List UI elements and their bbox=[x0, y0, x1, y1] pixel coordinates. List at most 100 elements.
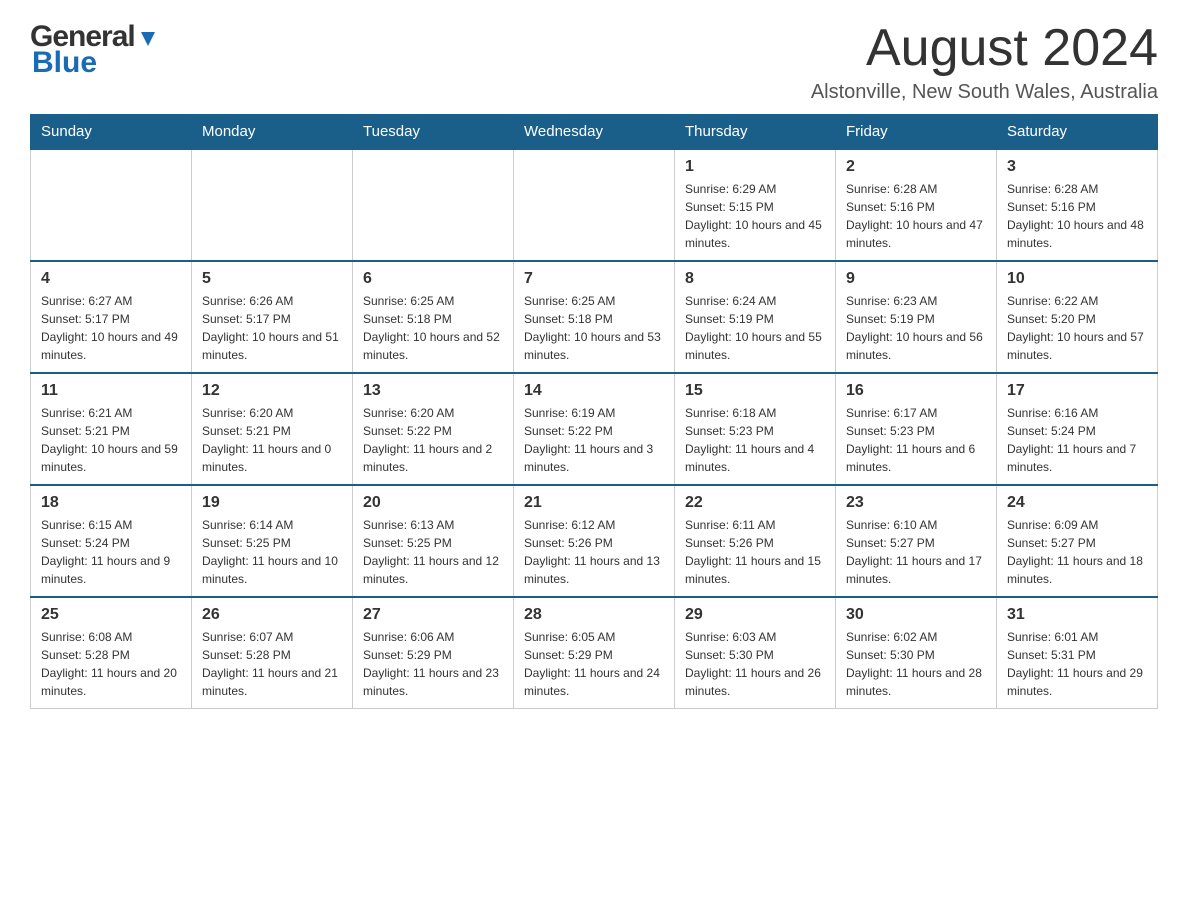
day-info: Sunrise: 6:16 AM Sunset: 5:24 PM Dayligh… bbox=[1007, 404, 1147, 476]
calendar-cell: 30 Sunrise: 6:02 AM Sunset: 5:30 PM Dayli… bbox=[836, 597, 997, 709]
day-info: Sunrise: 6:10 AM Sunset: 5:27 PM Dayligh… bbox=[846, 516, 986, 588]
calendar-header-row: SundayMondayTuesdayWednesdayThursdayFrid… bbox=[31, 115, 1158, 150]
day-info: Sunrise: 6:02 AM Sunset: 5:30 PM Dayligh… bbox=[846, 628, 986, 700]
day-number: 7 bbox=[524, 270, 664, 288]
calendar-cell: 8Sunrise: 6:24 AM Sunset: 5:19 PM Daylig… bbox=[675, 261, 836, 373]
calendar-header-tuesday: Tuesday bbox=[353, 115, 514, 150]
calendar-cell bbox=[192, 149, 353, 261]
day-info: Sunrise: 6:24 AM Sunset: 5:19 PM Dayligh… bbox=[685, 292, 825, 364]
day-number: 5 bbox=[202, 270, 342, 288]
calendar-cell bbox=[31, 149, 192, 261]
calendar-cell: 6Sunrise: 6:25 AM Sunset: 5:18 PM Daylig… bbox=[353, 261, 514, 373]
day-number: 27 bbox=[363, 606, 503, 624]
day-number: 16 bbox=[846, 382, 986, 400]
week-row-2: 4 Sunrise: 6:27 AM Sunset: 5:17 PM Daylig… bbox=[31, 261, 1158, 373]
day-info: Sunrise: 6:22 AM Sunset: 5:20 PM Dayligh… bbox=[1007, 292, 1147, 364]
day-info: Sunrise: 6:27 AM Sunset: 5:17 PM Dayligh… bbox=[41, 292, 181, 364]
day-info: Sunrise: 6:18 AM Sunset: 5:23 PM Dayligh… bbox=[685, 404, 825, 476]
day-info: Sunrise: 6:20 AM Sunset: 5:21 PM Dayligh… bbox=[202, 404, 342, 476]
logo-arrow-icon bbox=[137, 28, 159, 50]
day-info: Sunrise: 6:05 AM Sunset: 5:29 PM Dayligh… bbox=[524, 628, 664, 700]
calendar-cell: 20 Sunrise: 6:13 AM Sunset: 5:25 PM Dayli… bbox=[353, 485, 514, 597]
day-number: 31 bbox=[1007, 606, 1147, 624]
week-row-4: 18 Sunrise: 6:15 AM Sunset: 5:24 PM Dayli… bbox=[31, 485, 1158, 597]
day-number: 13 bbox=[363, 382, 503, 400]
day-info: Sunrise: 6:19 AM Sunset: 5:22 PM Dayligh… bbox=[524, 404, 664, 476]
day-number: 28 bbox=[524, 606, 664, 624]
calendar-cell: 31Sunrise: 6:01 AM Sunset: 5:31 PM Dayli… bbox=[997, 597, 1158, 709]
day-info: Sunrise: 6:23 AM Sunset: 5:19 PM Dayligh… bbox=[846, 292, 986, 364]
day-info: Sunrise: 6:06 AM Sunset: 5:29 PM Dayligh… bbox=[363, 628, 503, 700]
calendar-cell: 9 Sunrise: 6:23 AM Sunset: 5:19 PM Daylig… bbox=[836, 261, 997, 373]
day-info: Sunrise: 6:29 AM Sunset: 5:15 PM Dayligh… bbox=[685, 180, 825, 252]
day-info: Sunrise: 6:07 AM Sunset: 5:28 PM Dayligh… bbox=[202, 628, 342, 700]
day-info: Sunrise: 6:09 AM Sunset: 5:27 PM Dayligh… bbox=[1007, 516, 1147, 588]
calendar-cell: 14Sunrise: 6:19 AM Sunset: 5:22 PM Dayli… bbox=[514, 373, 675, 485]
day-number: 6 bbox=[363, 270, 503, 288]
calendar-cell: 18 Sunrise: 6:15 AM Sunset: 5:24 PM Dayli… bbox=[31, 485, 192, 597]
calendar-cell: 29 Sunrise: 6:03 AM Sunset: 5:30 PM Dayli… bbox=[675, 597, 836, 709]
calendar-header-saturday: Saturday bbox=[997, 115, 1158, 150]
day-number: 11 bbox=[41, 382, 181, 400]
calendar-cell: 16 Sunrise: 6:17 AM Sunset: 5:23 PM Dayli… bbox=[836, 373, 997, 485]
day-number: 1 bbox=[685, 158, 825, 176]
calendar-cell: 11Sunrise: 6:21 AM Sunset: 5:21 PM Dayli… bbox=[31, 373, 192, 485]
calendar-cell: 7 Sunrise: 6:25 AM Sunset: 5:18 PM Daylig… bbox=[514, 261, 675, 373]
day-number: 12 bbox=[202, 382, 342, 400]
calendar-header-wednesday: Wednesday bbox=[514, 115, 675, 150]
calendar-cell: 19Sunrise: 6:14 AM Sunset: 5:25 PM Dayli… bbox=[192, 485, 353, 597]
calendar-cell bbox=[353, 149, 514, 261]
day-info: Sunrise: 6:11 AM Sunset: 5:26 PM Dayligh… bbox=[685, 516, 825, 588]
calendar-header-friday: Friday bbox=[836, 115, 997, 150]
calendar-header-sunday: Sunday bbox=[31, 115, 192, 150]
day-number: 22 bbox=[685, 494, 825, 512]
week-row-5: 25Sunrise: 6:08 AM Sunset: 5:28 PM Dayli… bbox=[31, 597, 1158, 709]
day-number: 23 bbox=[846, 494, 986, 512]
day-number: 24 bbox=[1007, 494, 1147, 512]
week-row-1: 1 Sunrise: 6:29 AM Sunset: 5:15 PM Daylig… bbox=[31, 149, 1158, 261]
location-title: Alstonville, New South Wales, Australia bbox=[811, 81, 1158, 104]
day-number: 3 bbox=[1007, 158, 1147, 176]
calendar-cell: 27 Sunrise: 6:06 AM Sunset: 5:29 PM Dayli… bbox=[353, 597, 514, 709]
calendar-cell: 15Sunrise: 6:18 AM Sunset: 5:23 PM Dayli… bbox=[675, 373, 836, 485]
day-number: 4 bbox=[41, 270, 181, 288]
day-info: Sunrise: 6:13 AM Sunset: 5:25 PM Dayligh… bbox=[363, 516, 503, 588]
day-info: Sunrise: 6:03 AM Sunset: 5:30 PM Dayligh… bbox=[685, 628, 825, 700]
calendar-header-monday: Monday bbox=[192, 115, 353, 150]
calendar-cell: 1 Sunrise: 6:29 AM Sunset: 5:15 PM Daylig… bbox=[675, 149, 836, 261]
day-info: Sunrise: 6:20 AM Sunset: 5:22 PM Dayligh… bbox=[363, 404, 503, 476]
calendar-cell: 10Sunrise: 6:22 AM Sunset: 5:20 PM Dayli… bbox=[997, 261, 1158, 373]
calendar-cell: 3 Sunrise: 6:28 AM Sunset: 5:16 PM Daylig… bbox=[997, 149, 1158, 261]
day-number: 19 bbox=[202, 494, 342, 512]
calendar-cell: 4 Sunrise: 6:27 AM Sunset: 5:17 PM Daylig… bbox=[31, 261, 192, 373]
calendar-header-thursday: Thursday bbox=[675, 115, 836, 150]
day-number: 20 bbox=[363, 494, 503, 512]
day-info: Sunrise: 6:25 AM Sunset: 5:18 PM Dayligh… bbox=[524, 292, 664, 364]
calendar-cell bbox=[514, 149, 675, 261]
calendar-cell: 28 Sunrise: 6:05 AM Sunset: 5:29 PM Dayli… bbox=[514, 597, 675, 709]
day-info: Sunrise: 6:26 AM Sunset: 5:17 PM Dayligh… bbox=[202, 292, 342, 364]
month-title: August 2024 bbox=[811, 20, 1158, 77]
day-number: 25 bbox=[41, 606, 181, 624]
day-info: Sunrise: 6:28 AM Sunset: 5:16 PM Dayligh… bbox=[846, 180, 986, 252]
day-number: 17 bbox=[1007, 382, 1147, 400]
day-info: Sunrise: 6:28 AM Sunset: 5:16 PM Dayligh… bbox=[1007, 180, 1147, 252]
calendar-cell: 21 Sunrise: 6:12 AM Sunset: 5:26 PM Dayli… bbox=[514, 485, 675, 597]
day-info: Sunrise: 6:15 AM Sunset: 5:24 PM Dayligh… bbox=[41, 516, 181, 588]
day-info: Sunrise: 6:17 AM Sunset: 5:23 PM Dayligh… bbox=[846, 404, 986, 476]
day-number: 9 bbox=[846, 270, 986, 288]
page-header: General Blue August 2024 Alstonville, Ne… bbox=[30, 20, 1158, 104]
calendar-cell: 22 Sunrise: 6:11 AM Sunset: 5:26 PM Dayli… bbox=[675, 485, 836, 597]
day-number: 18 bbox=[41, 494, 181, 512]
calendar-cell: 17 Sunrise: 6:16 AM Sunset: 5:24 PM Dayli… bbox=[997, 373, 1158, 485]
day-number: 29 bbox=[685, 606, 825, 624]
title-block: August 2024 Alstonville, New South Wales… bbox=[811, 20, 1158, 104]
day-number: 30 bbox=[846, 606, 986, 624]
calendar-cell: 2Sunrise: 6:28 AM Sunset: 5:16 PM Daylig… bbox=[836, 149, 997, 261]
calendar-cell: 24 Sunrise: 6:09 AM Sunset: 5:27 PM Dayli… bbox=[997, 485, 1158, 597]
day-number: 21 bbox=[524, 494, 664, 512]
calendar-cell: 26Sunrise: 6:07 AM Sunset: 5:28 PM Dayli… bbox=[192, 597, 353, 709]
logo: General Blue bbox=[30, 20, 159, 80]
calendar-cell: 13 Sunrise: 6:20 AM Sunset: 5:22 PM Dayli… bbox=[353, 373, 514, 485]
day-info: Sunrise: 6:12 AM Sunset: 5:26 PM Dayligh… bbox=[524, 516, 664, 588]
